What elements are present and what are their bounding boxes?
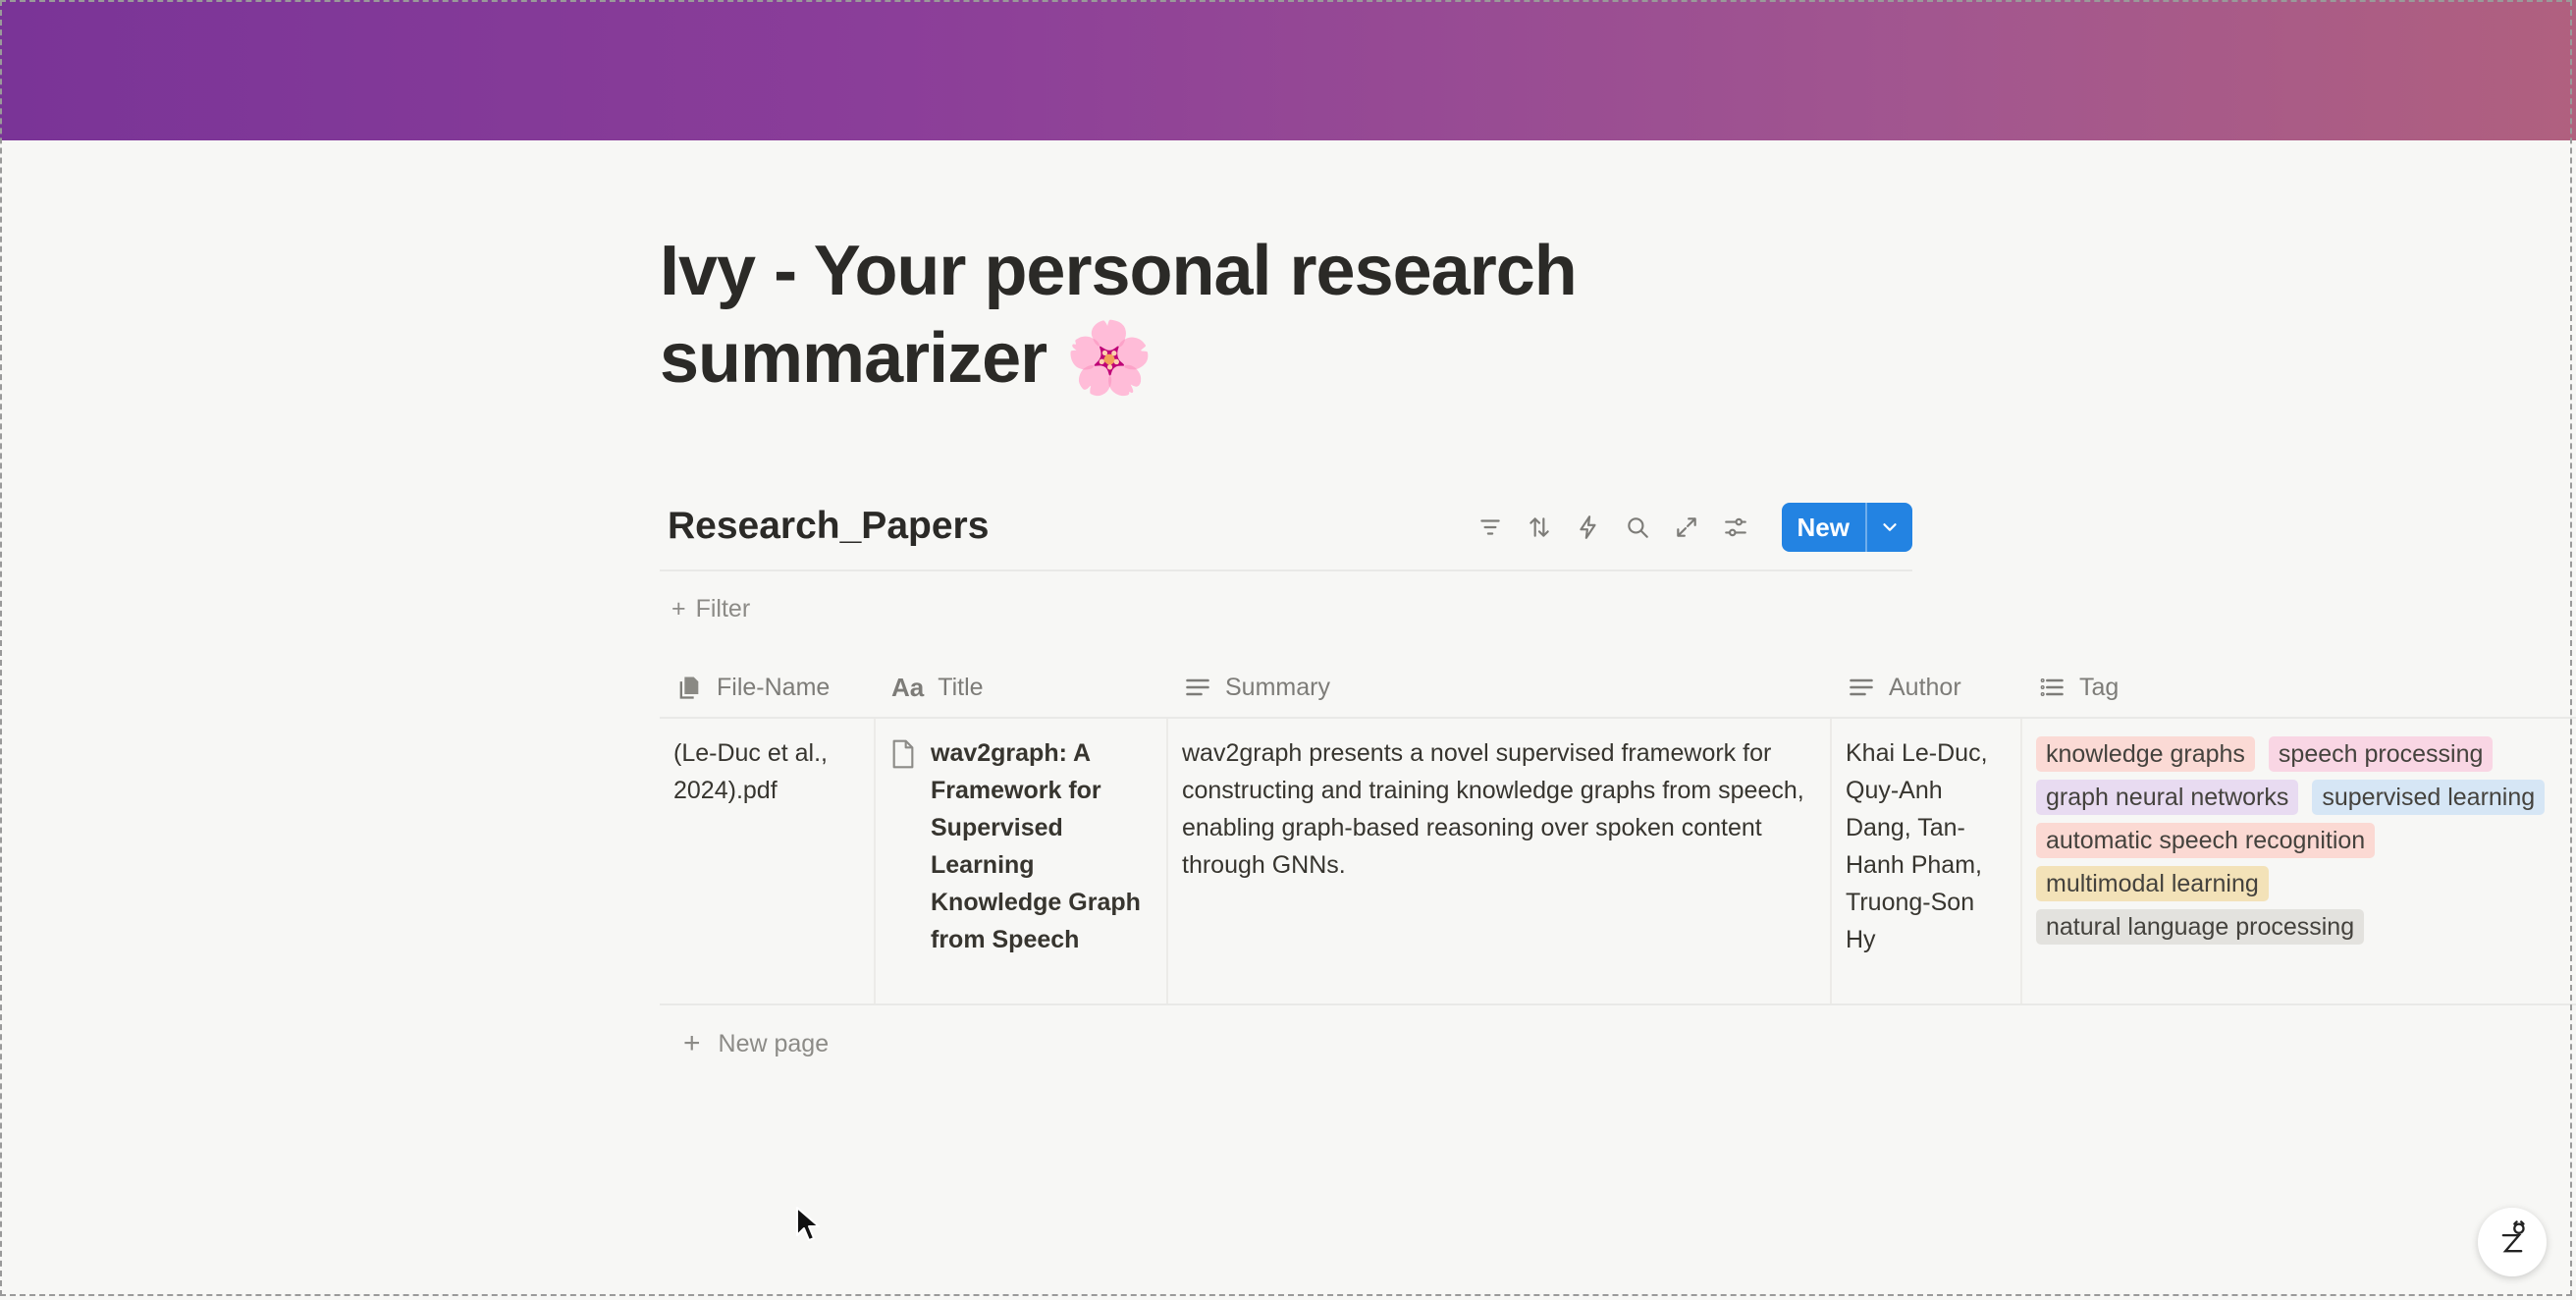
cell-title-text: wav2graph: A Framework for Supervised Le… — [931, 739, 1141, 953]
new-dropdown-button[interactable] — [1865, 503, 1912, 552]
tag-badge: natural language processing — [2036, 909, 2365, 945]
column-label: Summary — [1225, 673, 1330, 701]
settings-icon[interactable] — [1711, 503, 1760, 552]
filter-label: Filter — [695, 595, 751, 623]
column-header-title[interactable]: Aa Title — [876, 658, 1168, 717]
plus-icon: + — [683, 1027, 701, 1059]
text-lines-icon — [1186, 678, 1209, 696]
help-assistant-button[interactable] — [2478, 1208, 2547, 1276]
tag-badge: graph neural networks — [2036, 780, 2299, 815]
column-header-summary[interactable]: Summary — [1168, 658, 1832, 717]
database-toolbar: New — [1466, 503, 1912, 552]
column-label: File-Name — [717, 673, 831, 701]
column-header-tag[interactable]: Tag — [2022, 658, 2576, 717]
cell-title[interactable]: wav2graph: A Framework for Supervised Le… — [876, 719, 1168, 1003]
cell-file-name[interactable]: (Le-Duc et al., 2024).pdf — [660, 719, 876, 1003]
table-header: File-Name Aa Title Summary Author Tag — [660, 658, 2576, 719]
selection-frame — [0, 0, 2572, 1296]
page-title-emoji-icon: 🌸 — [1065, 316, 1154, 399]
column-label: Tag — [2079, 673, 2120, 701]
new-button-group: New — [1781, 503, 1912, 552]
chevron-down-icon — [1883, 523, 1897, 531]
filter-icon[interactable] — [1466, 503, 1515, 552]
tag-badge: supervised learning — [2312, 780, 2546, 815]
tag-badge: multimodal learning — [2036, 866, 2269, 901]
tag-badge: automatic speech recognition — [2036, 823, 2376, 858]
column-header-file-name[interactable]: File-Name — [660, 658, 876, 717]
page-icon — [892, 739, 914, 769]
search-icon[interactable] — [1613, 503, 1662, 552]
title-text-icon: Aa — [891, 672, 925, 702]
new-page-label: New page — [718, 1029, 830, 1057]
page-cover-banner[interactable] — [0, 0, 2576, 140]
add-filter-button[interactable]: + Filter — [671, 595, 750, 623]
mouse-cursor-icon — [796, 1207, 820, 1241]
page-title[interactable]: Ivy - Your personal research summarizer … — [660, 228, 1740, 402]
database-table: File-Name Aa Title Summary Author Tag (L… — [660, 658, 2576, 1005]
database-title[interactable]: Research_Papers — [668, 505, 989, 548]
table-row[interactable]: (Le-Duc et al., 2024).pdf wav2graph: A F… — [660, 719, 2576, 1005]
automation-icon[interactable] — [1564, 503, 1613, 552]
cell-tag[interactable]: knowledge graphs speech processing graph… — [2022, 719, 2576, 1003]
text-lines-icon — [1850, 678, 1873, 696]
expand-icon[interactable] — [1662, 503, 1711, 552]
new-page-button[interactable]: + New page — [683, 1027, 829, 1060]
tag-badge: knowledge graphs — [2036, 736, 2255, 772]
list-icon — [2040, 678, 2064, 696]
sort-icon[interactable] — [1515, 503, 1564, 552]
tag-badge: speech processing — [2268, 736, 2494, 772]
files-icon — [679, 677, 699, 699]
cell-author[interactable]: Khai Le-Duc, Quy-Anh Dang, Tan-Hanh Pham… — [1832, 719, 2022, 1003]
plus-icon: + — [671, 595, 686, 623]
column-label: Title — [938, 673, 984, 701]
column-header-author[interactable]: Author — [1832, 658, 2022, 717]
tag-list: knowledge graphs speech processing graph… — [2036, 734, 2562, 945]
new-button[interactable]: New — [1782, 503, 1865, 552]
assistant-face-icon — [2501, 1220, 2525, 1253]
cell-summary[interactable]: wav2graph presents a novel supervised fr… — [1168, 719, 1832, 1003]
database-header: Research_Papers New — [660, 491, 1912, 571]
column-label: Author — [1889, 673, 1961, 701]
